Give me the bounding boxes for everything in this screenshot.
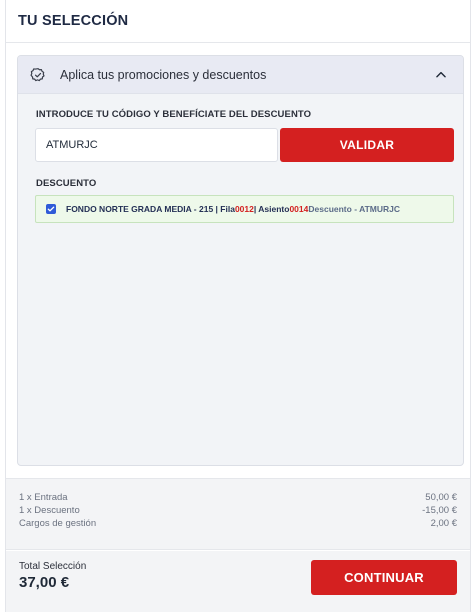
summary-row-label: 1 x Entrada [19, 492, 68, 503]
discount-code-suffix: Descuento - ATMURJC [308, 204, 400, 214]
validate-button[interactable]: VALIDAR [280, 128, 454, 162]
summary-row: 1 x Descuento -15,00 € [19, 504, 457, 517]
summary-row-amount: 2,00 € [430, 518, 457, 529]
promo-code-input[interactable] [35, 128, 278, 162]
discount-seat-number: 0014 [289, 204, 309, 214]
discount-item[interactable]: FONDO NORTE GRADA MEDIA - 215 | Fila 001… [35, 195, 454, 223]
discount-seat-prefix: | Asiento [253, 204, 290, 214]
summary-row: Cargos de gestión 2,00 € [19, 517, 457, 530]
summary-row: 1 x Entrada 50,00 € [19, 491, 457, 504]
discount-label: DESCUENTO [36, 178, 97, 189]
summary-row-label: Cargos de gestión [19, 518, 97, 529]
promo-card: Aplica tus promociones y descuentos INTR… [17, 55, 464, 466]
chevron-up-icon[interactable] [431, 65, 451, 85]
summary-row-amount: -15,00 € [422, 505, 457, 516]
panel-header: TU SELECCIÓN [6, 0, 470, 43]
selection-panel: TU SELECCIÓN Aplica tus promociones y de… [5, 0, 471, 612]
checkout-footer: Total Selección 37,00 € CONTINUAR [6, 551, 470, 612]
badge-check-icon [30, 66, 48, 84]
discount-checkbox[interactable] [46, 204, 56, 214]
code-label: INTRODUCE TU CÓDIGO Y BENEFÍCIATE DEL DE… [36, 109, 312, 120]
summary-row-amount: 50,00 € [425, 492, 457, 503]
discount-row-number: 0012 [234, 204, 254, 214]
total-label: Total Selección [19, 561, 87, 572]
promo-accordion-header[interactable]: Aplica tus promociones y descuentos [18, 56, 463, 94]
total-value: 37,00 € [19, 574, 70, 591]
page-title: TU SELECCIÓN [18, 13, 129, 29]
discount-text-prefix: FONDO NORTE GRADA MEDIA - 215 | Fila [66, 204, 235, 214]
promo-title: Aplica tus promociones y descuentos [60, 67, 267, 82]
summary-row-label: 1 x Descuento [19, 505, 80, 516]
price-summary: 1 x Entrada 50,00 € 1 x Descuento -15,00… [6, 478, 470, 550]
continue-button[interactable]: CONTINUAR [311, 560, 457, 595]
